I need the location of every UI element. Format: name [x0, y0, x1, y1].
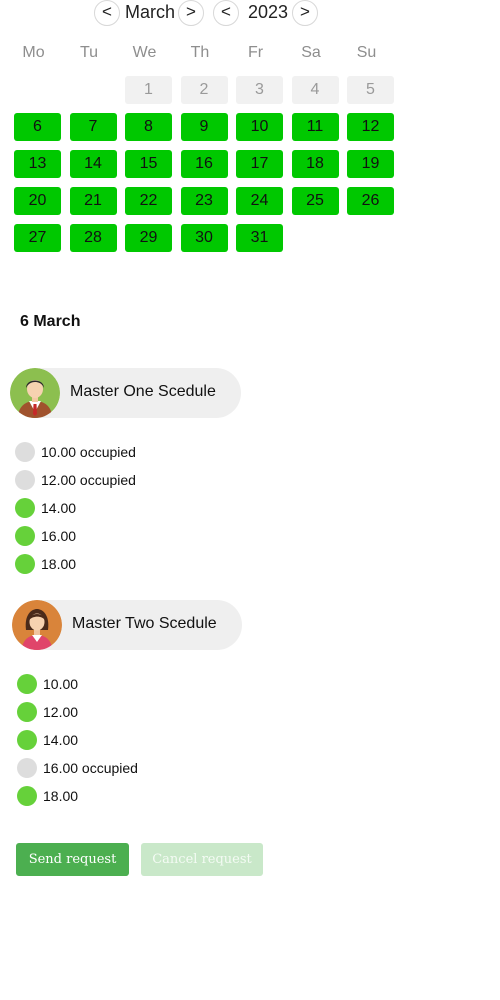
- calendar: Mo Tu We Th Fr Sa Su 1 2 3 4 5 6 7 8 9 10 11 12 13 14…: [10, 40, 402, 252]
- calendar-day-disabled: 3: [236, 76, 283, 104]
- time-slot[interactable]: 14.00: [17, 729, 78, 751]
- time-slot: 12.00 occupied: [15, 469, 136, 491]
- send-request-button[interactable]: Send request: [16, 843, 129, 876]
- time-slot[interactable]: 10.00: [17, 673, 78, 695]
- time-slot-label: 12.00 occupied: [41, 472, 136, 488]
- male-avatar-icon: [10, 368, 60, 418]
- time-slot: 16.00 occupied: [17, 757, 138, 779]
- master-name: Master One Scedule: [70, 383, 216, 400]
- calendar-day[interactable]: 27: [14, 224, 61, 252]
- time-slot[interactable]: 16.00: [15, 525, 76, 547]
- prev-month-button[interactable]: <: [94, 0, 120, 26]
- weekday-label: Su: [356, 44, 377, 61]
- available-dot-icon: [17, 786, 37, 806]
- calendar-day[interactable]: 28: [69, 224, 117, 252]
- calendar-day-disabled: 4: [291, 76, 339, 104]
- month-label: March: [125, 2, 176, 22]
- occupied-dot-icon: [15, 442, 35, 462]
- calendar-day[interactable]: 19: [347, 150, 394, 178]
- calendar-day[interactable]: 15: [125, 150, 172, 178]
- calendar-day[interactable]: 30: [180, 224, 228, 252]
- weekday-label: Th: [190, 44, 210, 61]
- calendar-day[interactable]: 25: [291, 187, 339, 215]
- master-name: Master Two Scedule: [72, 615, 217, 632]
- days-grid: 1 2 3 4 5 6 7 8 9 10 11 12 13 14 15 16 17 18 19 20 21 22 23 24 2…: [10, 76, 402, 252]
- calendar-day-disabled: 1: [125, 76, 172, 104]
- available-dot-icon: [15, 526, 35, 546]
- calendar-day[interactable]: 14: [69, 150, 117, 178]
- calendar-day[interactable]: 11: [291, 113, 339, 141]
- calendar-day[interactable]: 13: [14, 150, 61, 178]
- calendar-day-disabled: 5: [347, 76, 394, 104]
- time-slot-label: 14.00: [43, 732, 79, 748]
- calendar-day[interactable]: 21: [69, 187, 117, 215]
- next-year-button[interactable]: >: [292, 0, 318, 26]
- time-slot[interactable]: 18.00: [15, 553, 76, 575]
- calendar-day[interactable]: 31: [236, 224, 283, 252]
- available-dot-icon: [15, 554, 35, 574]
- calendar-day[interactable]: 10: [236, 113, 283, 141]
- weekday-label: Mo: [22, 44, 45, 61]
- available-dot-icon: [17, 674, 37, 694]
- calendar-day[interactable]: 22: [125, 187, 172, 215]
- calendar-day[interactable]: 12: [347, 113, 394, 141]
- time-slot-label: 10.00: [43, 676, 79, 692]
- cancel-request-button[interactable]: Cancel request: [141, 843, 263, 876]
- calendar-day[interactable]: 29: [125, 224, 172, 252]
- master-one-header[interactable]: Master One Scedule: [10, 368, 241, 418]
- prev-year-button[interactable]: <: [213, 0, 239, 26]
- time-slot[interactable]: 14.00: [15, 497, 76, 519]
- weekday-label: Sa: [301, 44, 321, 61]
- calendar-day[interactable]: 23: [180, 187, 228, 215]
- occupied-dot-icon: [17, 758, 37, 778]
- next-month-button[interactable]: >: [178, 0, 204, 26]
- time-slot-label: 14.00: [41, 500, 77, 516]
- weekday-label: Fr: [247, 44, 264, 61]
- calendar-day[interactable]: 26: [347, 187, 394, 215]
- master-two-header[interactable]: Master Two Scedule: [12, 600, 242, 650]
- weekday-header: Mo Tu We Th Fr Sa Su: [10, 40, 402, 66]
- time-slot-label: 10.00 occupied: [41, 444, 136, 460]
- time-slot-label: 16.00: [41, 528, 77, 544]
- available-dot-icon: [17, 702, 37, 722]
- time-slot[interactable]: 12.00: [17, 701, 78, 723]
- time-slot-label: 18.00: [41, 556, 77, 572]
- female-avatar-icon: [12, 600, 62, 650]
- selected-date-heading: 6 March: [20, 313, 81, 330]
- calendar-day-disabled: 2: [180, 76, 228, 104]
- time-slot[interactable]: 18.00: [17, 785, 78, 807]
- weekday-label: We: [132, 44, 157, 61]
- date-navigation: < March > < 2023 >: [0, 0, 500, 26]
- time-slot-label: 12.00: [43, 704, 79, 720]
- calendar-day[interactable]: 16: [180, 150, 228, 178]
- calendar-day[interactable]: 6: [14, 113, 61, 141]
- calendar-day[interactable]: 17: [236, 150, 283, 178]
- available-dot-icon: [15, 498, 35, 518]
- year-label: 2023: [248, 2, 289, 22]
- calendar-day[interactable]: 7: [69, 113, 117, 141]
- time-slot-label: 18.00: [43, 788, 79, 804]
- calendar-day[interactable]: 8: [125, 113, 172, 141]
- available-dot-icon: [17, 730, 37, 750]
- calendar-day[interactable]: 18: [291, 150, 339, 178]
- weekday-label: Tu: [79, 44, 99, 61]
- time-slot-label: 16.00 occupied: [43, 760, 138, 776]
- calendar-day[interactable]: 20: [14, 187, 61, 215]
- calendar-day[interactable]: 24: [236, 187, 283, 215]
- calendar-day[interactable]: 9: [180, 113, 228, 141]
- occupied-dot-icon: [15, 470, 35, 490]
- time-slot: 10.00 occupied: [15, 441, 136, 463]
